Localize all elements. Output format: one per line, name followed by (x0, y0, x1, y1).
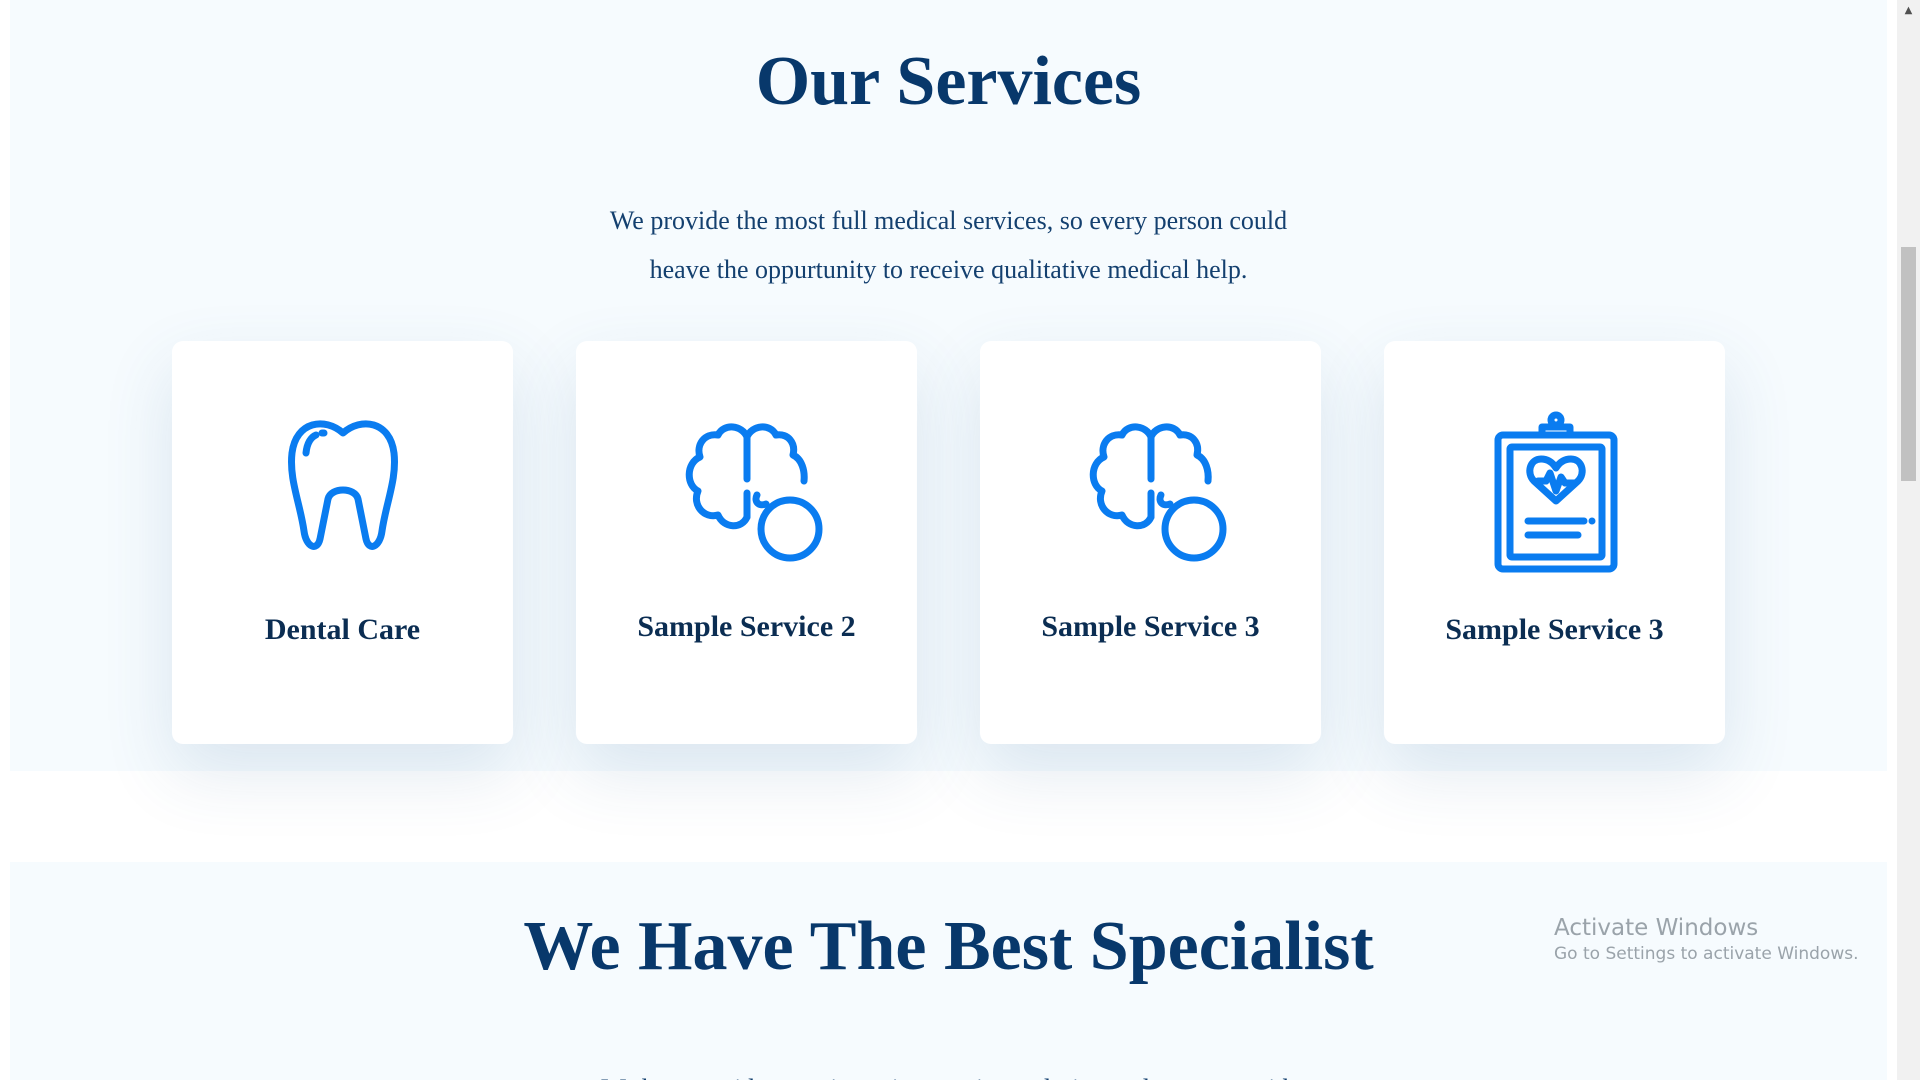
service-card-sample-3[interactable]: Sample Service 3 (980, 341, 1321, 744)
services-section: Our Services We provide the most full me… (10, 0, 1887, 771)
specialist-description: We have a wide experience in experience … (10, 1064, 1887, 1080)
activate-windows-watermark: Activate Windows Go to Settings to activ… (1554, 915, 1859, 969)
service-card-title: Sample Service 3 (1445, 613, 1664, 646)
service-card-title: Sample Service 2 (637, 610, 856, 643)
page: Our Services We provide the most full me… (0, 0, 1920, 1080)
services-description-line-1: We provide the most full medical service… (609, 206, 1288, 235)
tooth-icon (258, 407, 428, 577)
service-cards: Dental Care Sample Service 2 Sample Serv… (10, 341, 1887, 745)
vertical-scrollbar[interactable]: ▲ (1897, 0, 1920, 1080)
watermark-title: Activate Windows (1554, 915, 1759, 941)
services-description: We provide the most full medical service… (10, 196, 1887, 294)
service-card-title: Dental Care (264, 613, 421, 646)
services-description-line-2: heave the oppurtunity to receive qualita… (649, 255, 1248, 284)
specialist-section: We Have The Best Specialist We have a wi… (10, 862, 1887, 1080)
service-card-dental-care[interactable]: Dental Care (172, 341, 513, 744)
service-card-sample-2[interactable]: Sample Service 2 (576, 341, 917, 744)
service-card-sample-3b[interactable]: Sample Service 3 (1384, 341, 1725, 744)
scroll-up-arrow-icon[interactable]: ▲ (1897, 0, 1920, 20)
brain-icon (662, 407, 832, 577)
service-card-title: Sample Service 3 (1041, 610, 1260, 643)
scrollbar-thumb[interactable] (1901, 247, 1916, 481)
watermark-subtitle: Go to Settings to activate Windows. (1554, 944, 1859, 965)
clipboard-heart-icon (1470, 407, 1640, 577)
services-title: Our Services (755, 43, 1142, 120)
brain-icon (1066, 407, 1236, 577)
